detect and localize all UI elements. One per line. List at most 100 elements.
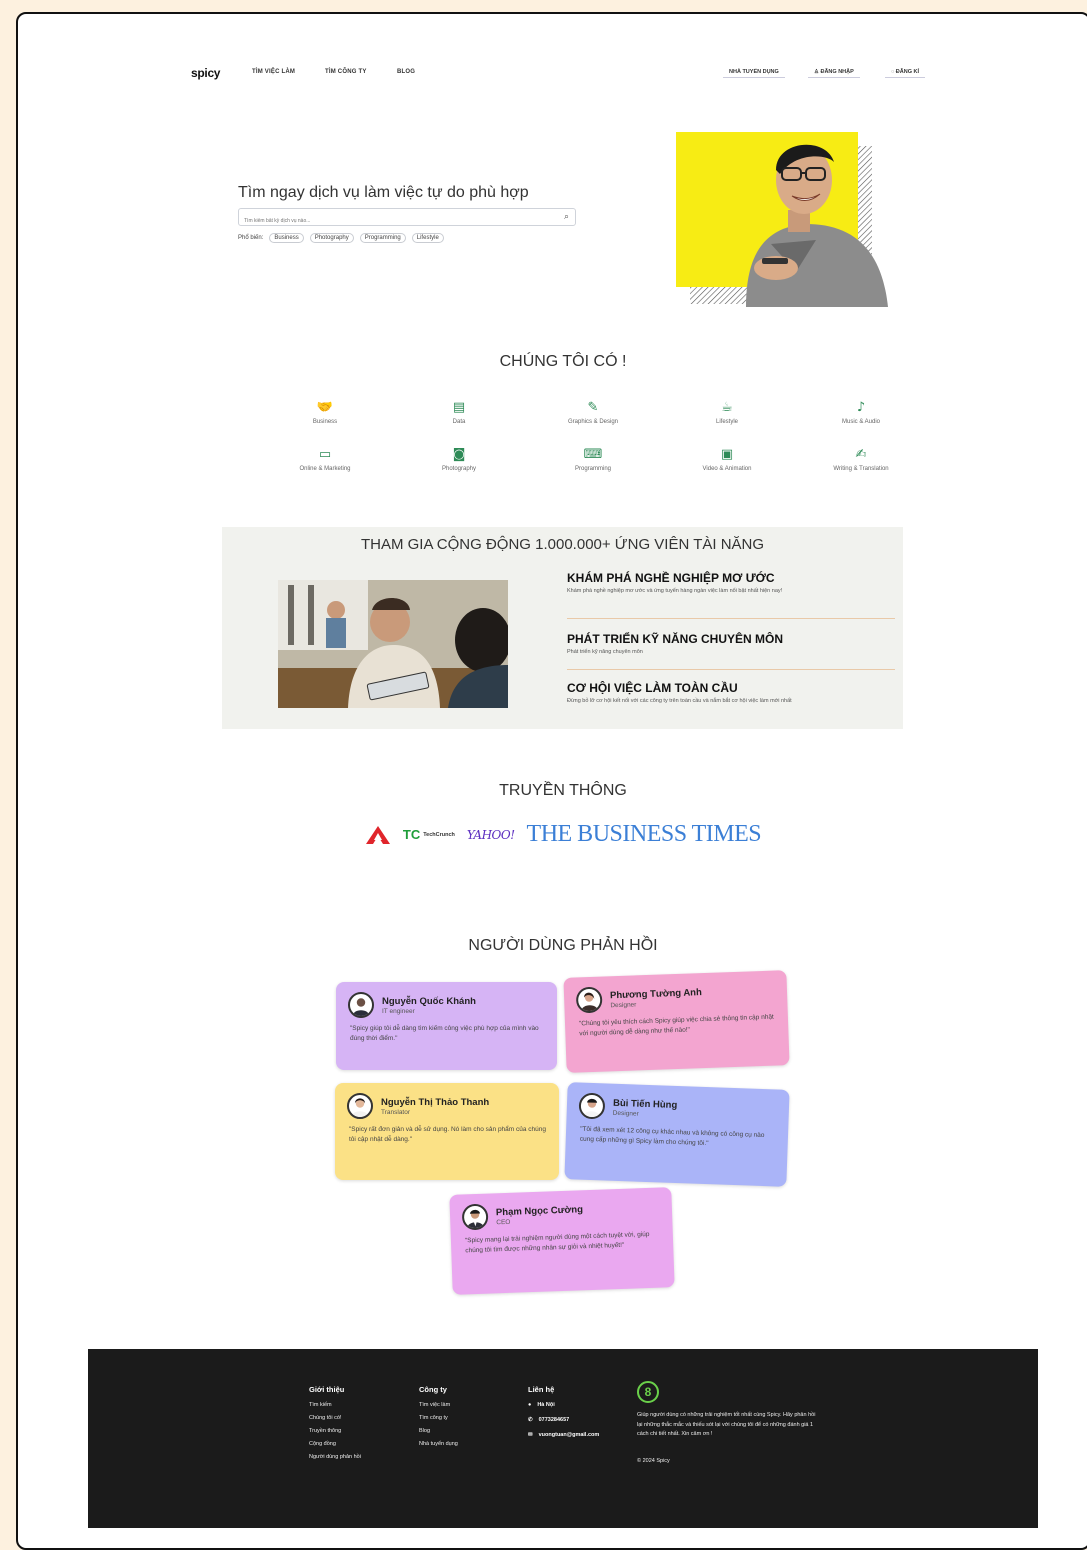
contact-phone[interactable]: ✆ 0773284657 <box>528 1417 599 1423</box>
data-icon: ▤ <box>452 400 466 415</box>
testimonial-quote: "Chúng tôi yêu thích cách Spicy giúp việ… <box>578 1013 774 1038</box>
popular-label: Phổ biến: <box>238 235 264 241</box>
service-graphics-design[interactable]: ✎ Graphics & Design <box>526 400 660 425</box>
community-section: THAM GIA CỘNG ĐỘNG 1.000.000+ ỨNG VIÊN T… <box>222 527 903 729</box>
search-icon[interactable]: ⌕ <box>564 211 569 222</box>
hero-title: Tìm ngay dịch vụ làm việc tự do phù hợp <box>238 184 529 201</box>
feature-desc: Khám phá nghề nghiệp mơ ước và ứng tuyển… <box>567 588 783 594</box>
testimonial-card: Nguyễn Thị Thảo Thanh Translator "Spicy r… <box>335 1083 559 1180</box>
footer-link[interactable]: Người dùng phản hồi <box>309 1454 361 1460</box>
nav-find-jobs[interactable]: TÌM VIỆC LÀM <box>252 69 295 75</box>
design-icon: ✎ <box>587 400 599 415</box>
footer-heading: Công ty <box>419 1385 447 1394</box>
tag-programming[interactable]: Programming <box>359 233 406 243</box>
feedback-title: NGƯỜI DÙNG PHẢN HỒI <box>468 937 658 954</box>
service-data[interactable]: ▤ Data <box>392 400 526 425</box>
register-button[interactable]: ◌ ĐĂNG KÍ <box>885 67 926 78</box>
testimonial-quote: "Spicy mang lại trải nghiệm người dùng m… <box>464 1230 650 1255</box>
feature-heading: PHÁT TRIỂN KỸ NĂNG CHUYÊN MÔN <box>567 632 784 646</box>
footer-heading: Liên hệ <box>528 1385 555 1394</box>
footer-link[interactable]: Tìm công ty <box>419 1415 458 1421</box>
location-text: Hà Nội <box>537 1402 555 1408</box>
contact-location: ● Hà Nội <box>528 1402 599 1408</box>
browser-frame: spicy TÌM VIỆC LÀM TÌM CÔNG TY BLOG NHÀ … <box>16 12 1087 1550</box>
footer-link[interactable]: Chúng tôi có! <box>309 1415 361 1421</box>
business-times-logo: THE BUSINESS TIMES <box>526 821 762 847</box>
services-grid: 🤝 Business ▤ Data ✎ Graphics & Design ☕ Life… <box>258 400 928 472</box>
service-label: Graphics & Design <box>567 419 619 425</box>
testimonial-name: Bùi Tiến Hùng <box>612 1097 678 1111</box>
feature-develop: PHÁT TRIỂN KỸ NĂNG CHUYÊN MÔN Phát triển… <box>567 632 897 656</box>
testimonial-name: Nguyễn Thị Thảo Thanh <box>381 1096 490 1108</box>
avatar <box>578 1092 606 1120</box>
document-icon: ✍ <box>855 447 867 462</box>
logo[interactable]: spicy <box>191 66 220 80</box>
testimonial-quote: "Spicy giúp tôi dễ dàng tìm kiếm công vi… <box>350 1025 539 1043</box>
feature-heading: CƠ HỘI VIỆC LÀM TOÀN CẦU <box>567 681 738 695</box>
copyright: © 2024 Spicy <box>637 1458 670 1464</box>
code-icon: ⌨ <box>583 447 603 462</box>
techcrunch-text: TechCrunch <box>423 831 455 838</box>
nav-blog[interactable]: BLOG <box>397 69 415 75</box>
phone-text: 0773284657 <box>538 1417 570 1423</box>
service-lifestyle[interactable]: ☕ Lifestyle <box>660 400 794 425</box>
service-programming[interactable]: ⌨ Programming <box>526 447 660 472</box>
feature-divider <box>567 618 895 619</box>
footer-link[interactable]: Blog <box>419 1428 458 1434</box>
phone-icon: ✆ <box>528 1417 533 1423</box>
testimonial-quote: "Spicy rất đơn giản và dễ sử dụng. Nó là… <box>349 1126 547 1144</box>
media-title: TRUYỀN THÔNG <box>499 782 627 799</box>
community-title: THAM GIA CỘNG ĐỘNG 1.000.000+ ỨNG VIÊN T… <box>360 536 765 553</box>
hero-image <box>676 132 888 307</box>
testimonial-card: Bùi Tiến Hùng Designer "Tôi đã xem xét 12… <box>564 1082 790 1187</box>
service-label: Online & Marketing <box>299 466 351 472</box>
footer-logo: 8 <box>637 1381 659 1403</box>
monitor-icon: ▭ <box>318 447 332 462</box>
page: spicy TÌM VIỆC LÀM TÌM CÔNG TY BLOG NHÀ … <box>88 55 1038 1528</box>
service-photography[interactable]: ◙ Photography <box>392 447 526 472</box>
footer: Giới thiệu Tìm kiếm Chúng tôi có! Truyền… <box>88 1349 1038 1528</box>
testimonial-card: Phạm Ngọc Cường CEO "Spicy mang lại trải … <box>449 1187 675 1295</box>
nav-find-companies[interactable]: TÌM CÔNG TY <box>325 69 367 75</box>
footer-link[interactable]: Truyền thông <box>309 1428 361 1434</box>
yahoo-logo: YAHOO! <box>466 827 515 842</box>
login-button[interactable]: ♙ ĐĂNG NHẬP <box>808 67 860 78</box>
footer-description: Giúp người dùng có những trải nghiệm tốt… <box>637 1412 816 1438</box>
techcrunch-logo: TC TechCrunch <box>403 827 455 842</box>
footer-link[interactable]: Tìm việc làm <box>419 1402 458 1408</box>
footer-link[interactable]: Tìm kiếm <box>309 1402 361 1408</box>
footer-heading: Giới thiệu <box>309 1385 345 1394</box>
search-box: ⌕ <box>238 208 576 229</box>
testimonial-card: Phương Tường Anh Designer "Chúng tôi yêu … <box>563 970 790 1073</box>
footer-contact: Liên hệ ● Hà Nội ✆ 0773284657 ✉ vuongtuan@g… <box>528 1385 599 1447</box>
search-input[interactable] <box>239 213 539 229</box>
testimonial-role: IT engineer <box>382 1007 415 1015</box>
service-label: Video & Animation <box>702 466 752 472</box>
avatar <box>347 1093 373 1119</box>
tag-lifestyle[interactable]: Lifestyle <box>411 233 444 243</box>
tag-business[interactable]: Business <box>269 233 304 243</box>
popular-tags: Phổ biến: Business Photography Programmi… <box>238 233 444 243</box>
service-label: Music & Audio <box>841 419 881 425</box>
feature-desc: Phát triển kỹ năng chuyên môn <box>567 649 643 655</box>
feature-divider <box>567 669 895 670</box>
employer-link[interactable]: NHÀ TUYỂN DỤNG <box>723 67 785 78</box>
feature-heading: KHÁM PHÁ NGHỀ NGHIỆP MƠ ƯỚC <box>567 571 775 585</box>
testimonial-card: Nguyễn Quốc Khánh IT engineer "Spicy giúp… <box>336 982 557 1070</box>
service-label: Writing & Translation <box>833 466 889 472</box>
coffee-icon: ☕ <box>721 400 733 415</box>
feature-desc: Đừng bỏ lỡ cơ hội kết nối với các công t… <box>567 698 792 704</box>
service-music-audio[interactable]: ♪ Music & Audio <box>794 400 928 425</box>
location-pin-icon: ● <box>528 1402 532 1408</box>
footer-link[interactable]: Cộng đồng <box>309 1441 361 1447</box>
contact-email[interactable]: ✉ vuongtuan@gmail.com <box>528 1432 599 1438</box>
camera-icon: ◙ <box>452 447 466 462</box>
service-online-marketing[interactable]: ▭ Online & Marketing <box>258 447 392 472</box>
feature-explore: KHÁM PHÁ NGHỀ NGHIỆP MƠ ƯỚC Khám phá ngh… <box>567 571 897 595</box>
service-writing-translation[interactable]: ✍ Writing & Translation <box>794 447 928 472</box>
service-business[interactable]: 🤝 Business <box>258 400 392 425</box>
service-video-animation[interactable]: ▣ Video & Animation <box>660 447 794 472</box>
tag-photography[interactable]: Photography <box>309 233 354 243</box>
footer-link[interactable]: Nhà tuyển dụng <box>419 1441 458 1447</box>
community-photo <box>278 580 508 708</box>
